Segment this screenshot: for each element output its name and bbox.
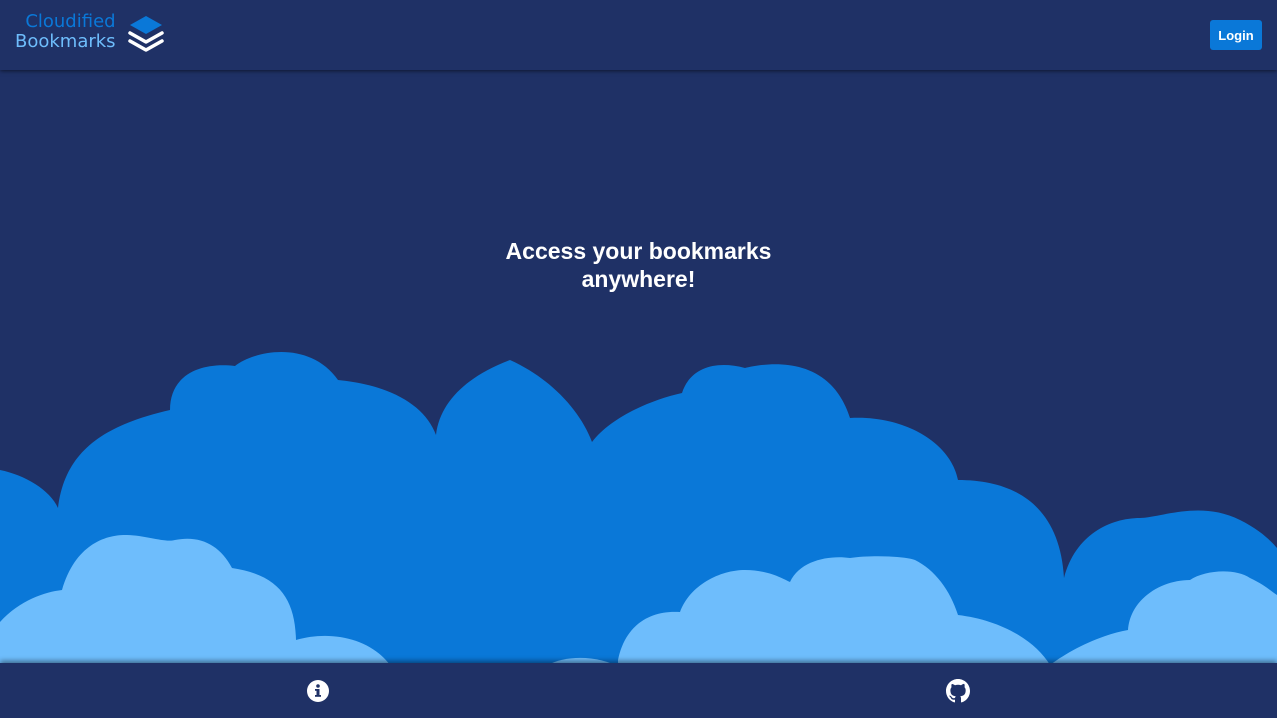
logo-text-bookmarks: Bookmarks bbox=[15, 31, 116, 52]
layers-icon bbox=[127, 16, 164, 52]
top-navbar: Cloudified Bookmarks Login bbox=[0, 0, 1277, 70]
github-icon[interactable] bbox=[946, 679, 970, 703]
info-circle-icon[interactable] bbox=[306, 679, 330, 703]
login-button[interactable]: Login bbox=[1210, 20, 1262, 50]
logo-text-cloudified: Cloudified bbox=[25, 11, 116, 32]
logo-text: Cloudified Bookmarks bbox=[15, 12, 116, 52]
clouds-illustration bbox=[0, 351, 1277, 718]
logo[interactable]: Cloudified Bookmarks bbox=[15, 12, 164, 52]
footer-bar bbox=[0, 663, 1277, 718]
